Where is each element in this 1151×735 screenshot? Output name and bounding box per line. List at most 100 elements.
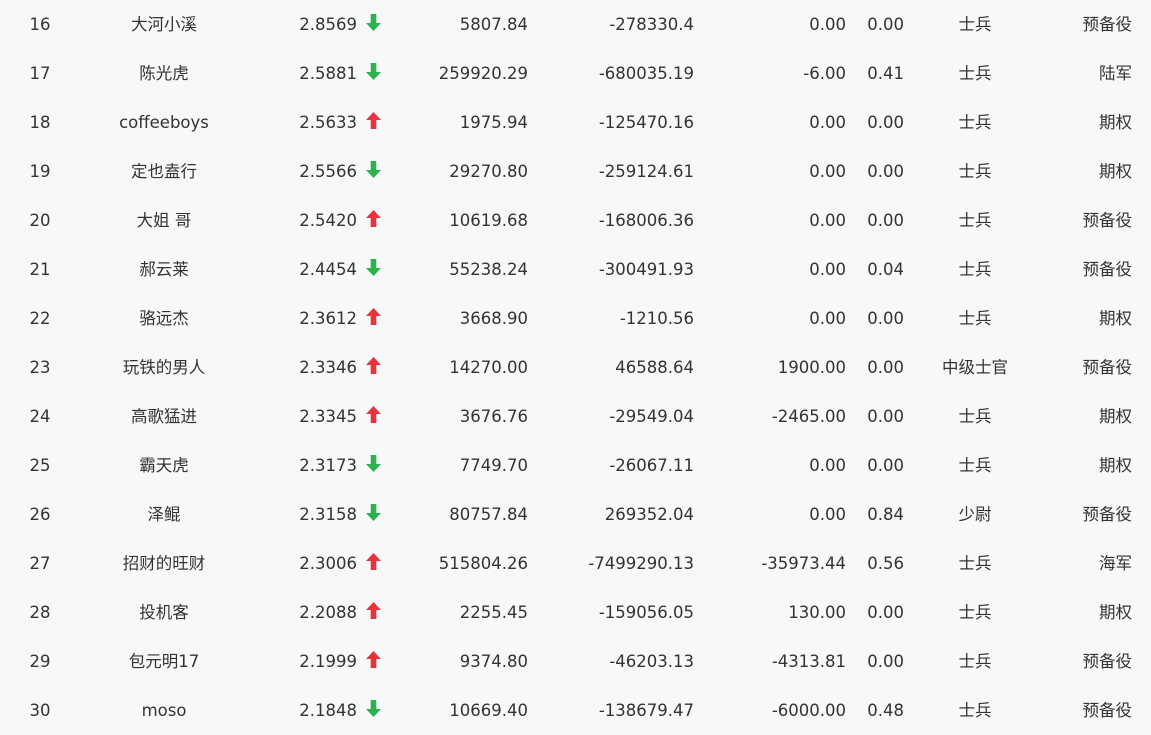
rank-cell: 26: [29, 505, 51, 524]
value4-cell: 0.00: [867, 162, 904, 181]
name-cell[interactable]: 包元明17: [84, 637, 244, 686]
value3-cell: 0.00: [809, 211, 846, 230]
table-row[interactable]: 27 招财的旺财 2.3006 515804.26 -7499290.13 -3…: [0, 539, 1151, 588]
value4-cell: 0.00: [867, 211, 904, 230]
name-cell[interactable]: 郝云莱: [84, 245, 244, 294]
type-cell: 期权: [1099, 456, 1132, 475]
table-row[interactable]: 22 骆远杰 2.3612 3668.90 -1210.56 0.00 0.00…: [0, 294, 1151, 343]
table-row[interactable]: 23 玩铁的男人 2.3346 14270.00 46588.64 1900.0…: [0, 343, 1151, 392]
name-cell[interactable]: 招财的旺财: [84, 539, 244, 588]
arrow-down-icon: [366, 259, 381, 276]
score-cell: 2.5633: [299, 113, 357, 132]
trend-cell: [366, 343, 386, 392]
level-cell: 中级士官: [942, 358, 1008, 377]
level-cell: 士兵: [958, 652, 992, 671]
name-cell[interactable]: 大河小溪: [84, 0, 244, 49]
value4-cell: 0.00: [867, 407, 904, 426]
table-row[interactable]: 30 moso 2.1848 10669.40 -138679.47 -6000…: [0, 686, 1151, 735]
value3-cell: 0.00: [809, 15, 846, 34]
value2-cell: -680035.19: [598, 64, 694, 83]
table-row[interactable]: 18 coffeeboys 2.5633 1975.94 -125470.16 …: [0, 98, 1151, 147]
trend-cell: [366, 637, 386, 686]
trend-cell: [366, 392, 386, 441]
value4-cell: 0.00: [867, 456, 904, 475]
value3-cell: 0.00: [809, 456, 846, 475]
value1-cell: 9374.80: [459, 652, 528, 671]
value4-cell: 0.56: [867, 554, 904, 573]
type-cell: 陆军: [1099, 64, 1132, 83]
table-row[interactable]: 21 郝云莱 2.4454 55238.24 -300491.93 0.00 0…: [0, 245, 1151, 294]
trend-cell: [366, 490, 386, 539]
value4-cell: 0.00: [867, 113, 904, 132]
arrow-up-icon: [366, 406, 381, 423]
table-row[interactable]: 24 高歌猛进 2.3345 3676.76 -29549.04 -2465.0…: [0, 392, 1151, 441]
level-cell: 少尉: [958, 505, 992, 524]
value2-cell: -259124.61: [598, 162, 694, 181]
value3-cell: 0.00: [809, 309, 846, 328]
rank-cell: 19: [29, 162, 51, 181]
name-cell[interactable]: 大姐 哥: [84, 196, 244, 245]
arrow-down-icon: [366, 700, 381, 717]
name-cell[interactable]: 陈光虎: [84, 49, 244, 98]
value1-cell: 55238.24: [449, 260, 528, 279]
name-cell[interactable]: 投机客: [84, 588, 244, 637]
rank-cell: 22: [29, 309, 51, 328]
rank-cell: 23: [29, 358, 51, 377]
value2-cell: -29549.04: [609, 407, 694, 426]
rank-cell: 29: [29, 652, 51, 671]
value1-cell: 80757.84: [449, 505, 528, 524]
arrow-up-icon: [366, 602, 381, 619]
value1-cell: 14270.00: [449, 358, 528, 377]
table-row[interactable]: 25 霸天虎 2.3173 7749.70 -26067.11 0.00 0.0…: [0, 441, 1151, 490]
value1-cell: 7749.70: [459, 456, 528, 475]
type-cell: 预备役: [1082, 211, 1133, 230]
score-cell: 2.5566: [299, 162, 357, 181]
table-row[interactable]: 28 投机客 2.2088 2255.45 -159056.05 130.00 …: [0, 588, 1151, 637]
value4-cell: 0.00: [867, 652, 904, 671]
level-cell: 士兵: [958, 15, 992, 34]
trend-cell: [366, 98, 386, 147]
arrow-down-icon: [366, 504, 381, 521]
name-cell[interactable]: 定也盍行: [84, 147, 244, 196]
value1-cell: 3676.76: [459, 407, 528, 426]
score-cell: 2.3006: [299, 554, 357, 573]
table-row[interactable]: 29 包元明17 2.1999 9374.80 -46203.13 -4313.…: [0, 637, 1151, 686]
table-row[interactable]: 17 陈光虎 2.5881 259920.29 -680035.19 -6.00…: [0, 49, 1151, 98]
name-cell[interactable]: 霸天虎: [84, 441, 244, 490]
value1-cell: 1975.94: [459, 113, 528, 132]
value3-cell: 130.00: [788, 603, 846, 622]
name-cell[interactable]: 玩铁的男人: [84, 343, 244, 392]
value1-cell: 29270.80: [449, 162, 528, 181]
type-cell: 期权: [1099, 309, 1132, 328]
value3-cell: 0.00: [809, 162, 846, 181]
arrow-up-icon: [366, 210, 381, 227]
arrow-up-icon: [366, 651, 381, 668]
score-cell: 2.3158: [299, 505, 357, 524]
value4-cell: 0.04: [867, 260, 904, 279]
arrow-up-icon: [366, 112, 381, 129]
type-cell: 期权: [1099, 162, 1132, 181]
table-row[interactable]: 16 大河小溪 2.8569 5807.84 -278330.4 0.00 0.…: [0, 0, 1151, 49]
score-cell: 2.3346: [299, 358, 357, 377]
table-row[interactable]: 19 定也盍行 2.5566 29270.80 -259124.61 0.00 …: [0, 147, 1151, 196]
level-cell: 士兵: [958, 309, 992, 328]
type-cell: 期权: [1099, 407, 1132, 426]
name-cell[interactable]: 骆远杰: [84, 294, 244, 343]
table-row[interactable]: 26 泽鲲 2.3158 80757.84 269352.04 0.00 0.8…: [0, 490, 1151, 539]
arrow-down-icon: [366, 63, 381, 80]
name-cell[interactable]: coffeeboys: [84, 98, 244, 147]
trend-cell: [366, 441, 386, 490]
value3-cell: -6.00: [803, 64, 846, 83]
type-cell: 期权: [1099, 603, 1132, 622]
name-cell[interactable]: 高歌猛进: [84, 392, 244, 441]
rank-cell: 25: [29, 456, 51, 475]
table-row[interactable]: 20 大姐 哥 2.5420 10619.68 -168006.36 0.00 …: [0, 196, 1151, 245]
rank-cell: 30: [29, 701, 51, 720]
value4-cell: 0.00: [867, 15, 904, 34]
name-cell[interactable]: moso: [84, 686, 244, 735]
trend-cell: [366, 0, 386, 49]
name-cell[interactable]: 泽鲲: [84, 490, 244, 539]
trend-cell: [366, 539, 386, 588]
value2-cell: -26067.11: [609, 456, 694, 475]
rank-cell: 18: [29, 113, 51, 132]
